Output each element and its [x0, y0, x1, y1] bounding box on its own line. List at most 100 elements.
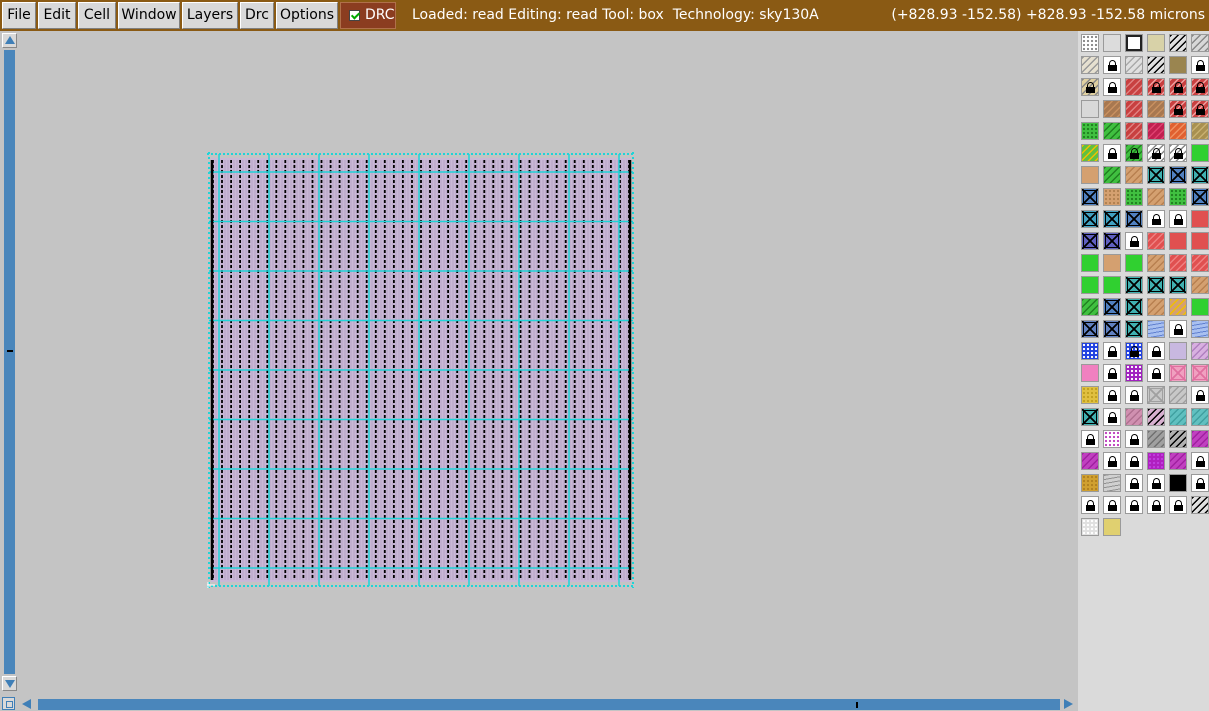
layer-swatch[interactable]: [1191, 298, 1209, 316]
layer-swatch[interactable]: [1103, 320, 1121, 338]
layer-swatch[interactable]: [1169, 232, 1187, 250]
layer-swatch[interactable]: [1169, 56, 1187, 74]
layer-swatch[interactable]: [1103, 430, 1121, 448]
layer-swatch[interactable]: [1125, 100, 1143, 118]
layer-swatch[interactable]: [1103, 232, 1121, 250]
layer-swatch[interactable]: [1125, 386, 1143, 404]
layer-swatch[interactable]: [1103, 298, 1121, 316]
layer-swatch[interactable]: [1125, 122, 1143, 140]
layer-swatch[interactable]: [1147, 78, 1165, 96]
layer-swatch[interactable]: [1081, 386, 1099, 404]
layer-swatch[interactable]: [1125, 144, 1143, 162]
layer-swatch[interactable]: [1169, 34, 1187, 52]
layer-swatch[interactable]: [1125, 342, 1143, 360]
layer-swatch[interactable]: [1103, 364, 1121, 382]
layer-swatch[interactable]: [1125, 452, 1143, 470]
layer-swatch[interactable]: [1169, 100, 1187, 118]
layer-swatch[interactable]: [1191, 430, 1209, 448]
layer-swatch[interactable]: [1103, 166, 1121, 184]
layer-swatch[interactable]: [1125, 166, 1143, 184]
layer-swatch[interactable]: [1147, 430, 1165, 448]
cell-menu[interactable]: Cell: [78, 2, 116, 29]
layer-swatch[interactable]: [1103, 386, 1121, 404]
layer-swatch[interactable]: [1169, 188, 1187, 206]
layer-swatch[interactable]: [1169, 496, 1187, 514]
layer-swatch[interactable]: [1081, 144, 1099, 162]
layers-menu[interactable]: Layers: [182, 2, 238, 29]
layer-swatch[interactable]: [1169, 122, 1187, 140]
layout-canvas[interactable]: [19, 31, 1078, 696]
layer-swatch[interactable]: [1081, 430, 1099, 448]
layer-swatch[interactable]: [1147, 210, 1165, 228]
layer-swatch[interactable]: [1169, 166, 1187, 184]
drc-menu[interactable]: Drc: [240, 2, 274, 29]
layer-swatch[interactable]: [1125, 78, 1143, 96]
layer-swatch[interactable]: [1169, 320, 1187, 338]
layer-swatch[interactable]: [1147, 342, 1165, 360]
layer-swatch[interactable]: [1103, 276, 1121, 294]
layer-swatch[interactable]: [1103, 254, 1121, 272]
zoom-box-icon[interactable]: [2, 697, 15, 710]
layer-swatch[interactable]: [1191, 166, 1209, 184]
layer-swatch[interactable]: [1103, 122, 1121, 140]
layer-swatch[interactable]: [1169, 276, 1187, 294]
window-menu[interactable]: Window: [118, 2, 180, 29]
layer-swatch[interactable]: [1191, 320, 1209, 338]
layer-swatch[interactable]: [1081, 342, 1099, 360]
horizontal-scrollbar[interactable]: [0, 696, 1080, 711]
layer-swatch[interactable]: [1147, 254, 1165, 272]
layer-swatch[interactable]: [1103, 188, 1121, 206]
layer-swatch[interactable]: [1125, 298, 1143, 316]
layer-swatch[interactable]: [1125, 408, 1143, 426]
layer-swatch[interactable]: [1081, 254, 1099, 272]
layer-swatch[interactable]: [1169, 342, 1187, 360]
file-menu[interactable]: File: [2, 2, 36, 29]
scroll-right-button[interactable]: [1060, 697, 1076, 710]
layer-swatch[interactable]: [1125, 474, 1143, 492]
layer-swatch[interactable]: [1103, 34, 1121, 52]
layer-swatch[interactable]: [1147, 188, 1165, 206]
layer-swatch[interactable]: [1103, 474, 1121, 492]
scroll-left-button[interactable]: [20, 697, 36, 710]
layer-swatch[interactable]: [1147, 122, 1165, 140]
layer-swatch[interactable]: [1103, 56, 1121, 74]
layer-swatch[interactable]: [1191, 408, 1209, 426]
layer-swatch[interactable]: [1147, 298, 1165, 316]
layer-swatch[interactable]: [1103, 210, 1121, 228]
layer-swatch[interactable]: [1191, 386, 1209, 404]
layer-swatch[interactable]: [1125, 364, 1143, 382]
layer-swatch[interactable]: [1103, 144, 1121, 162]
drc-toggle[interactable]: DRC: [340, 2, 396, 29]
scroll-up-button[interactable]: [2, 33, 17, 48]
layer-swatch[interactable]: [1191, 122, 1209, 140]
layer-swatch[interactable]: [1191, 78, 1209, 96]
layer-swatch[interactable]: [1169, 210, 1187, 228]
layer-swatch[interactable]: [1191, 34, 1209, 52]
layer-swatch[interactable]: [1169, 298, 1187, 316]
layer-swatch[interactable]: [1169, 364, 1187, 382]
layer-swatch[interactable]: [1191, 496, 1209, 514]
layer-swatch[interactable]: [1103, 342, 1121, 360]
layer-swatch[interactable]: [1191, 342, 1209, 360]
layer-swatch[interactable]: [1081, 34, 1099, 52]
layer-swatch[interactable]: [1081, 474, 1099, 492]
layer-swatch[interactable]: [1147, 232, 1165, 250]
layer-swatch[interactable]: [1147, 166, 1165, 184]
layer-swatch[interactable]: [1147, 276, 1165, 294]
layer-swatch[interactable]: [1081, 210, 1099, 228]
layer-swatch[interactable]: [1169, 474, 1187, 492]
layer-swatch[interactable]: [1081, 78, 1099, 96]
layer-swatch[interactable]: [1081, 364, 1099, 382]
layer-swatch[interactable]: [1125, 320, 1143, 338]
layer-swatch[interactable]: [1147, 496, 1165, 514]
layer-swatch[interactable]: [1125, 210, 1143, 228]
layer-swatch[interactable]: [1169, 430, 1187, 448]
layer-swatch[interactable]: [1103, 518, 1121, 536]
layer-swatch[interactable]: [1191, 188, 1209, 206]
layer-swatch[interactable]: [1103, 496, 1121, 514]
options-menu[interactable]: Options: [276, 2, 338, 29]
layer-swatch[interactable]: [1191, 144, 1209, 162]
layer-swatch[interactable]: [1191, 364, 1209, 382]
layer-swatch[interactable]: [1081, 496, 1099, 514]
layer-swatch[interactable]: [1125, 496, 1143, 514]
